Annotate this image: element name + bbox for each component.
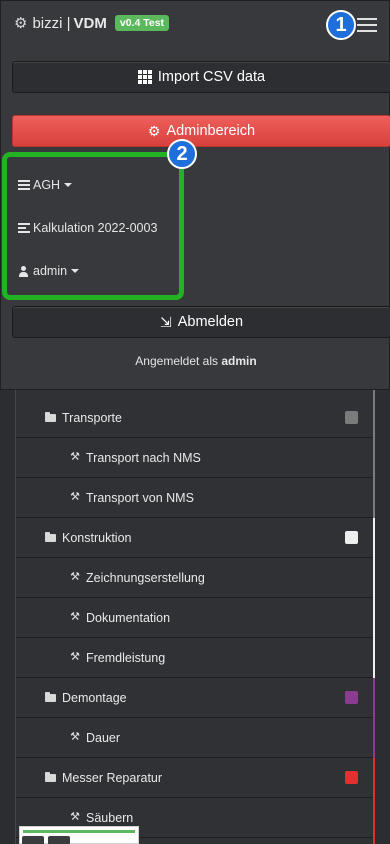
tree-row-label: Fremdleistung: [86, 650, 166, 665]
logout-label: Abmelden: [177, 314, 244, 330]
hamburger-icon-bar: [357, 30, 377, 32]
step-marker-2: 2: [167, 139, 197, 169]
tools-icon: ⚒: [70, 731, 80, 743]
admin-area-button[interactable]: ⚙ Adminbereich: [12, 115, 390, 147]
tree-row-label: Transport von NMS: [86, 490, 194, 505]
import-csv-button[interactable]: Import CSV data: [12, 61, 390, 93]
tree-row-label: Demontage: [62, 690, 127, 705]
tree-task-row[interactable]: ⚒ Transport von NMS: [16, 478, 374, 518]
tree-row-label: Säubern: [86, 810, 134, 825]
tree-row-label: Transporte: [62, 410, 122, 425]
mini-toolbar: [19, 826, 139, 844]
folder-icon: [45, 772, 57, 783]
category-color-rail: [373, 518, 375, 678]
tools-icon: ⚒: [70, 571, 80, 583]
tree-folder-row[interactable]: Demontage: [16, 678, 374, 718]
step-marker-1: 1: [326, 10, 356, 40]
tree-row-label: Dokumentation: [86, 610, 171, 625]
admin-area-label: Adminbereich: [166, 123, 256, 139]
brand-name: bizzi |: [32, 14, 71, 32]
brand[interactable]: ⚙ bizzi | VDM v0.4 Test: [14, 14, 170, 32]
tree-task-row[interactable]: ⚒ Transport nach NMS: [16, 438, 374, 478]
gear-icon: ⚙: [14, 15, 28, 32]
progress-bar: [23, 830, 135, 833]
tree-row-label: Konstruktion: [62, 530, 132, 545]
tree-task-row[interactable]: ⚒ Dauer: [16, 718, 374, 758]
folder-icon: [45, 532, 57, 543]
play-button[interactable]: [48, 836, 70, 844]
import-csv-label: Import CSV data: [157, 69, 266, 85]
category-color-rail: [373, 758, 375, 844]
hamburger-icon-bar: [357, 24, 377, 26]
menu-toggle-button[interactable]: [354, 13, 380, 37]
tools-icon: ⚒: [70, 451, 80, 463]
tree-row-label: Transport nach NMS: [86, 450, 201, 465]
folder-icon: [45, 692, 57, 703]
tree-folder-row[interactable]: Konstruktion: [16, 518, 374, 558]
color-swatch[interactable]: [345, 411, 358, 424]
tree-task-row[interactable]: ⚒ Fremdleistung: [16, 638, 374, 678]
gear-icon: ⚙: [147, 122, 161, 139]
signed-in-user: admin: [221, 354, 257, 368]
tree-row-label: Dauer: [86, 730, 121, 745]
color-swatch[interactable]: [345, 771, 358, 784]
tools-icon: ⚒: [70, 811, 80, 823]
highlight-box: [2, 152, 184, 300]
signed-in-prefix: Angemeldet als: [135, 354, 219, 368]
tree-row-label: Messer Reparatur: [62, 770, 163, 785]
tools-icon: ⚒: [70, 651, 80, 663]
refresh-button[interactable]: [22, 836, 44, 844]
tree-folder-row[interactable]: Messer Reparatur: [16, 758, 374, 798]
tree-folder-row[interactable]: Transporte: [16, 398, 374, 438]
logout-icon: ⇲: [159, 313, 172, 330]
tree-task-row[interactable]: ⚒ Dokumentation: [16, 598, 374, 638]
color-swatch[interactable]: [345, 531, 358, 544]
category-tree: Transporte ⚒ Transport nach NMS ⚒ Transp…: [15, 389, 375, 844]
logout-button[interactable]: ⇲ Abmelden: [12, 306, 390, 338]
grid-icon: [137, 70, 152, 84]
color-swatch[interactable]: [345, 691, 358, 704]
tools-icon: ⚒: [70, 491, 80, 503]
folder-icon: [45, 412, 57, 423]
hamburger-icon: [357, 18, 377, 20]
category-color-rail: [373, 389, 375, 518]
signed-in-status: Angemeldet als admin: [1, 354, 390, 368]
tree-task-row[interactable]: ⚒ Zeichnungserstellung: [16, 558, 374, 598]
tree-row-label: Zeichnungserstellung: [86, 570, 205, 585]
version-badge: v0.4 Test: [114, 15, 170, 31]
category-color-rail: [373, 678, 375, 758]
tools-icon: ⚒: [70, 611, 80, 623]
brand-product: VDM: [73, 14, 107, 32]
